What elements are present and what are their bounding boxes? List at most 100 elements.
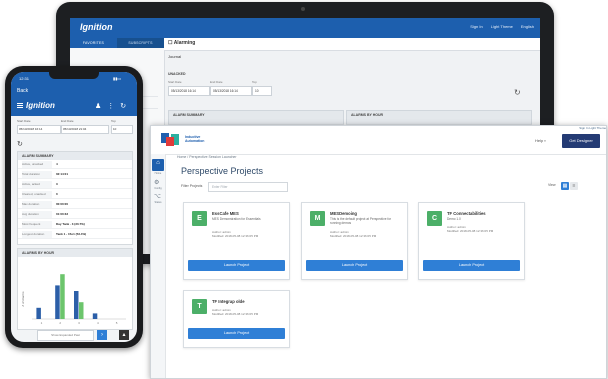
phone-header-icons: ♟ ⋮ ↻ — [95, 102, 126, 110]
top-field[interactable]: 10 — [252, 86, 272, 96]
view-label: View — [548, 183, 556, 187]
phone-notch — [49, 72, 99, 79]
sign-in-link[interactable]: Sign In — [470, 24, 482, 29]
x-tick-label: 4 — [97, 321, 99, 325]
help-label: Help — [535, 138, 544, 143]
end-date-field[interactable]: 05/13/2018 16:14 — [210, 86, 252, 96]
start-date-label: Start Date — [17, 119, 31, 123]
project-title: MESDemoing — [330, 211, 357, 216]
project-modified: Modified: 2018-05-08 12:36:05 PM — [330, 234, 377, 238]
filter-input[interactable]: Enter Filter — [208, 182, 288, 192]
chart-bar — [55, 285, 60, 319]
battery-icon: ▮▮▭ — [113, 76, 122, 81]
reload-icon[interactable]: ↻ — [17, 140, 23, 148]
chart-bar — [60, 274, 65, 319]
project-description: Demo 1.0 — [447, 217, 461, 221]
expand-icon[interactable]: ▴ — [119, 330, 129, 340]
summary-row: Most frequent Day Tank - 3 (30.7%) — [18, 221, 132, 229]
nav-home-button[interactable]: ⌂ — [152, 159, 164, 171]
launch-project-button[interactable]: Launch Project — [188, 328, 285, 339]
window-header: Sign In Light Theme Inductive Automation… — [151, 126, 606, 155]
project-icon: E — [192, 211, 207, 226]
menu-icon[interactable] — [17, 103, 23, 108]
refresh-icon[interactable]: ↻ — [514, 88, 521, 97]
more-icon[interactable]: ⋮ — [107, 102, 114, 110]
page-title: ☐ Alarming — [168, 40, 196, 46]
summary-key: Active, unacked — [22, 161, 52, 168]
x-tick-label: 1 — [41, 321, 43, 325]
start-date-field[interactable]: 05/13/2018 16:14 — [168, 86, 210, 96]
status-icon[interactable]: ⌥ — [154, 193, 161, 200]
summary-row: Total duration 02:14:01 — [18, 171, 132, 179]
alarm-summary-header: ALARM SUMMARY — [18, 152, 132, 160]
launch-project-button[interactable]: Launch Project — [188, 260, 285, 271]
window-top-links[interactable]: Sign In Light Theme — [471, 126, 606, 132]
page-title-label: Alarming — [173, 40, 196, 46]
language-link[interactable]: English — [521, 24, 534, 29]
chart-bar — [74, 291, 79, 319]
tablet-camera — [301, 7, 305, 11]
go-button-icon[interactable]: › — [97, 330, 107, 340]
tab-subscripts[interactable]: SUBSCRIPTS — [117, 38, 164, 48]
logo-shape — [166, 137, 174, 146]
top-label: Top — [111, 119, 116, 123]
end-date-label: End Date — [210, 80, 223, 84]
summary-key: Total duration — [22, 171, 52, 178]
summary-value: 4 — [56, 162, 58, 166]
summary-row: Cleared, unacked 0 — [18, 191, 132, 199]
launch-project-button[interactable]: Launch Project — [306, 260, 403, 271]
tab-favorites[interactable]: FAVORITES — [70, 38, 117, 48]
project-card: E EssCafe MES MES Demonstration for Esse… — [183, 202, 290, 280]
project-title: EssCafe MES — [212, 211, 239, 216]
help-link[interactable]: Help ▪ — [535, 138, 546, 143]
project-modified: Modified: 2018-05-08 12:36:05 PM — [212, 234, 259, 238]
project-description: This is the default project at Perspecti… — [330, 217, 392, 225]
get-designer-button[interactable]: Get Designer — [562, 134, 600, 148]
alarms-by-hour-header: ALARMS BY HOUR — [18, 249, 132, 257]
refresh-icon[interactable]: ↻ — [120, 102, 126, 110]
phone-device: 12:31 ▮▮▭ Back Ignition ♟ ⋮ ↻ Start Date… — [5, 66, 143, 348]
top-label: Top — [252, 80, 257, 84]
config-icon[interactable]: ⚙ — [154, 179, 159, 186]
logo-text-line: Automation — [185, 139, 205, 143]
project-title: TF Integrap olde — [212, 299, 245, 304]
list-view-icon[interactable]: ≡ — [570, 182, 578, 190]
phone-screen: 12:31 ▮▮▭ Back Ignition ♟ ⋮ ↻ Start Date… — [11, 72, 137, 342]
alarms-by-hour-chart: # of Alarms 1 2 3 4 5 — [21, 274, 126, 325]
project-icon: T — [192, 299, 207, 314]
nav-config-label: Config — [154, 187, 162, 190]
project-title: TF Connectabilities — [447, 211, 486, 216]
breadcrumb[interactable]: Home / Perspective Session Launcher — [177, 155, 237, 159]
logo-text: Inductive Automation — [185, 135, 204, 143]
summary-key: Avg duration — [22, 211, 52, 218]
launch-project-button[interactable]: Launch Project — [423, 260, 520, 271]
back-button[interactable]: Back — [17, 88, 28, 94]
summary-value: Tank 1 - 15o1 (53.4%) — [56, 232, 87, 236]
summary-row: Max duration 00:00:00 — [18, 201, 132, 209]
summary-value: 01:00:33 — [56, 212, 69, 216]
summary-row: Active, unacked 4 — [18, 161, 132, 169]
end-date-field[interactable]: 05/13/2018 21:04 — [61, 125, 109, 134]
user-icon[interactable]: ♟ — [95, 102, 101, 110]
phone-bottom-bar: Show Expanded Past › ▴ — [17, 330, 131, 341]
start-date-label: Start Date — [168, 80, 182, 84]
summary-value: 0 — [56, 192, 58, 196]
alarm-summary-panel: ALARM SUMMARY Active, unacked 4 Total dur… — [17, 151, 133, 245]
summary-value: 00:00:00 — [56, 202, 69, 206]
top-field[interactable]: 10 — [111, 125, 133, 134]
chart-bar — [36, 307, 41, 319]
show-past-field[interactable]: Show Expanded Past — [37, 330, 94, 341]
grid-view-icon[interactable]: ▦ — [561, 182, 569, 190]
x-tick-label: 3 — [78, 321, 80, 325]
start-date-field[interactable]: 05/13/2018 16:14 — [17, 125, 61, 134]
journal-label: Journal — [168, 54, 182, 59]
summary-row: Avg duration 01:00:33 — [18, 211, 132, 219]
project-icon: M — [310, 211, 325, 226]
project-modified: Modified: 2018-05-08 12:36:05 PM — [447, 229, 494, 233]
filter-label: Filter Projects — [181, 184, 203, 188]
light-theme-link[interactable]: Light Theme — [491, 24, 513, 29]
chart-bar — [92, 313, 98, 319]
summary-value: 02:14:01 — [56, 172, 69, 176]
alarms-by-hour-panel: ALARMS BY HOUR # of Alarms 1 2 3 4 5 — [17, 248, 133, 330]
end-date-label: End Date — [61, 119, 74, 123]
